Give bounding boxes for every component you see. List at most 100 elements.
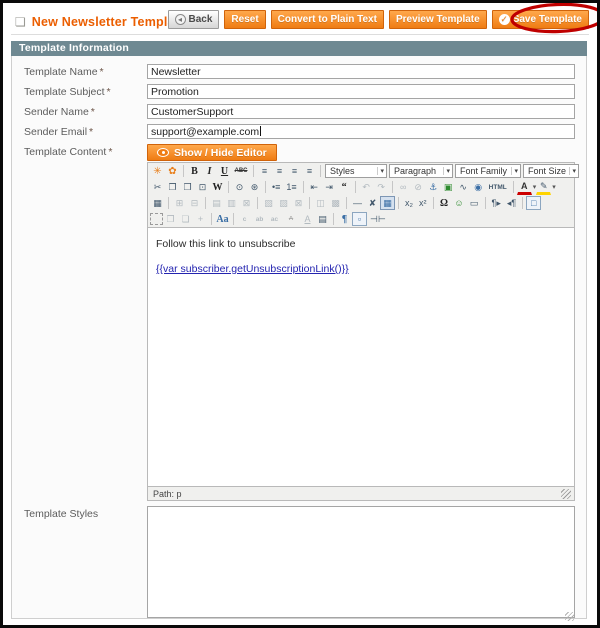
insertion-icon[interactable]: A [300,212,315,226]
insert-column-before-icon[interactable]: ▧ [261,196,276,210]
split-cells-icon[interactable]: ◫ [313,196,328,210]
sender-name-input[interactable]: CustomerSupport [147,104,575,119]
chevron-down-icon[interactable]: ▾ [552,183,556,191]
numbered-list-icon[interactable]: 1≡ [283,180,299,194]
superscript-icon[interactable]: x² [416,196,430,210]
insert-image-icon[interactable]: ▣ [441,180,456,194]
unsubscribe-variable-link[interactable]: {{var subscriber.getUnsubscriptionLink()… [156,263,349,275]
deletion-icon[interactable]: A [282,212,300,226]
insert-variable-icon[interactable]: ✿ [165,164,180,178]
align-center-icon[interactable]: ≡ [272,164,287,178]
visual-aid-icon[interactable]: ▦ [380,196,395,210]
acronym-icon[interactable]: ac [267,212,282,226]
save-template-button[interactable]: ✓ Save Template [492,10,589,29]
back-arrow-icon: ◂ [175,14,186,25]
back-button[interactable]: ◂ Back [168,10,220,29]
fullscreen-icon[interactable]: □ [526,196,541,210]
move-forward-icon[interactable]: ❐ [163,212,178,226]
paste-as-text-icon[interactable]: ⊡ [195,180,210,194]
merge-cells-icon[interactable]: ▩ [328,196,343,210]
insert-table-icon[interactable]: ▦ [150,196,165,210]
template-content-label: Template Content* [24,144,147,501]
cut-icon[interactable]: ✂ [150,180,165,194]
blockquote-icon[interactable]: “ [337,180,352,194]
preview-template-button[interactable]: Preview Template [389,10,487,29]
font-size-select[interactable]: Font Size ▾ [523,164,579,178]
undo-icon[interactable]: ↶ [359,180,374,194]
visual-characters-icon[interactable]: ¶ [337,212,352,226]
editor-content-area[interactable]: Follow this link to unsubscribe {{var su… [148,227,574,486]
align-right-icon[interactable]: ≡ [287,164,302,178]
page-title: New Newsletter Template [32,15,186,29]
italic-icon[interactable]: I [202,164,217,178]
chevron-down-icon: ▾ [443,167,450,175]
emotions-icon[interactable]: ☺ [452,196,467,210]
screenshot-frame: ❏ New Newsletter Template ◂ Back Reset C… [0,0,600,628]
text-color-icon[interactable]: A [517,180,532,195]
find-replace-icon[interactable]: ⊛ [247,180,262,194]
strikethrough-icon[interactable]: ABC [232,164,250,178]
find-icon[interactable]: ⊙ [232,180,247,194]
align-justify-icon[interactable]: ≡ [302,164,317,178]
subscript-icon[interactable]: x₂ [402,196,416,210]
bullet-list-icon[interactable]: •≡ [269,180,283,194]
insert-link-icon[interactable]: ∞ [396,180,411,194]
horizontal-rule-icon[interactable]: — [350,196,365,210]
format-select[interactable]: Paragraph ▾ [389,164,453,178]
template-content-row: Template Content* Show / Hide Editor ✳ ✿… [24,144,586,501]
nonbreaking-space-icon[interactable]: ▫ [352,212,367,226]
row-properties-icon[interactable]: ⊞ [172,196,187,210]
paste-icon[interactable]: ❒ [180,180,195,194]
textarea-resize-handle[interactable] [565,612,574,621]
anchor-icon[interactable]: ⚓ [426,180,441,194]
insert-row-before-icon[interactable]: ▤ [209,196,224,210]
show-hide-editor-button[interactable]: Show / Hide Editor [147,144,277,161]
redo-icon[interactable]: ↷ [374,180,389,194]
reset-button[interactable]: Reset [224,10,265,29]
edit-html-icon[interactable]: HTML [486,180,510,194]
cell-properties-icon[interactable]: ⊟ [187,196,202,210]
template-name-input[interactable]: Newsletter [147,64,575,79]
media-embed-icon[interactable]: ▭ [467,196,482,210]
toolbar-separator [205,197,206,209]
ltr-icon[interactable]: ¶▸ [489,196,504,210]
align-left-icon[interactable]: ≡ [257,164,272,178]
convert-to-plain-text-button[interactable]: Convert to Plain Text [271,10,384,29]
toolbar-separator [433,197,434,209]
toolbar-separator [309,197,310,209]
paste-from-word-icon[interactable]: W [210,180,225,194]
bold-icon[interactable]: B [187,164,202,178]
special-character-icon[interactable]: Ω [437,196,452,210]
unlink-icon[interactable]: ⊘ [411,180,426,194]
rtl-icon[interactable]: ◂¶ [504,196,519,210]
insert-layer-icon[interactable]: ▫ [150,213,163,225]
move-backward-icon[interactable]: ❏ [178,212,193,226]
cite-icon[interactable]: c [237,212,252,226]
delete-column-icon[interactable]: ⊠ [291,196,306,210]
remove-format-icon[interactable]: ✘ [365,196,380,210]
editor-resize-handle[interactable] [561,489,571,499]
template-subject-input[interactable]: Promotion [147,84,575,99]
template-styles-textarea[interactable] [147,506,575,618]
background-color-icon[interactable]: ✎ [536,180,551,195]
style-properties-icon[interactable]: Aa [215,212,230,226]
styles-select[interactable]: Styles ▾ [325,164,387,178]
copy-icon[interactable]: ❐ [165,180,180,194]
insert-row-after-icon[interactable]: ▥ [224,196,239,210]
outdent-icon[interactable]: ⇤ [307,180,322,194]
insert-column-after-icon[interactable]: ▨ [276,196,291,210]
indent-icon[interactable]: ⇥ [322,180,337,194]
sender-email-input[interactable]: support@example.com [147,124,575,139]
delete-row-icon[interactable]: ⊠ [239,196,254,210]
abbreviation-icon[interactable]: ab [252,212,267,226]
attributes-icon[interactable]: ▤ [315,212,330,226]
underline-icon[interactable]: U [217,164,232,178]
toolbar-separator [320,165,321,177]
font-family-select[interactable]: Font Family ▾ [455,164,521,178]
insert-widget-icon[interactable]: ✳ [150,164,165,178]
cleanup-icon[interactable]: ∿ [456,180,471,194]
absolute-position-icon[interactable]: + [193,212,208,226]
wysiwyg-editor: ✳ ✿ B I U ABC ≡ ≡ ≡ ≡ Styl [147,162,575,501]
insert-media-icon[interactable]: ◉ [471,180,486,194]
page-break-icon[interactable]: ⊣⊢ [367,212,389,226]
